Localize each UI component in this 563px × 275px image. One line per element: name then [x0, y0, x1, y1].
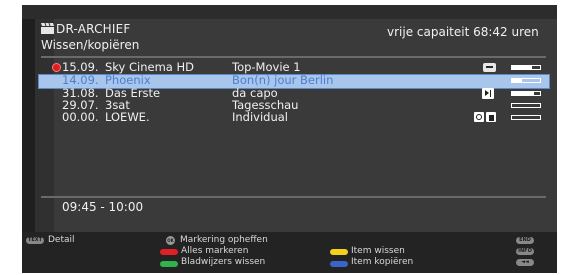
unmark-label: Markering opheffen — [180, 235, 268, 245]
recording-dot-icon — [52, 63, 61, 72]
free-capacity: vrije capaiteit 68:42 uren — [387, 25, 539, 39]
skip-icon — [482, 88, 494, 99]
progress-fill — [512, 66, 533, 69]
recording-date: 00.00. — [62, 110, 99, 124]
recording-row[interactable]: 00.00. LOEWE. Individual — [0, 111, 563, 124]
detail-label: Detail — [48, 235, 75, 245]
delete-item-label: Item wissen — [351, 246, 405, 256]
page-title: DR-ARCHIEF — [56, 22, 131, 36]
progress-fill — [512, 92, 535, 95]
clapperboard-icon — [41, 23, 54, 34]
info-key-button[interactable]: INFO — [516, 248, 534, 255]
time-range: 09:45 - 10:00 — [62, 200, 144, 214]
recording-progress-bar — [511, 115, 541, 120]
top-band — [22, 5, 557, 19]
recording-progress-bar — [511, 91, 541, 96]
camera-icon — [474, 112, 484, 122]
page-subtitle: Wissen/kopiëren — [41, 38, 140, 52]
recording-title: Individual — [232, 110, 289, 124]
footer-help-bar — [22, 232, 557, 273]
text-badge-icon — [483, 63, 496, 72]
recording-progress-bar — [511, 78, 541, 83]
yellow-key-button[interactable] — [330, 249, 348, 255]
recording-progress-bar — [511, 103, 541, 108]
recording-progress-bar — [511, 65, 541, 70]
end-key-button[interactable]: END — [516, 237, 534, 244]
text-key-button[interactable]: TEXT — [26, 237, 44, 244]
copy-item-label: Item kopiëren — [351, 257, 414, 267]
delete-bookmarks-label: Bladwijzers wissen — [181, 257, 266, 267]
divider — [41, 56, 546, 58]
ok-button[interactable]: OK — [166, 236, 175, 245]
divider — [41, 196, 546, 198]
green-key-button[interactable] — [160, 261, 178, 267]
blue-key-button[interactable] — [330, 261, 348, 267]
progress-fill — [512, 79, 522, 82]
red-key-button[interactable] — [160, 249, 178, 255]
mark-all-label: Alles markeren — [181, 246, 249, 256]
recording-channel: LOEWE. — [105, 110, 150, 124]
folder-icon — [486, 112, 496, 122]
rewind-key-button[interactable]: ◄◄ — [516, 259, 534, 266]
